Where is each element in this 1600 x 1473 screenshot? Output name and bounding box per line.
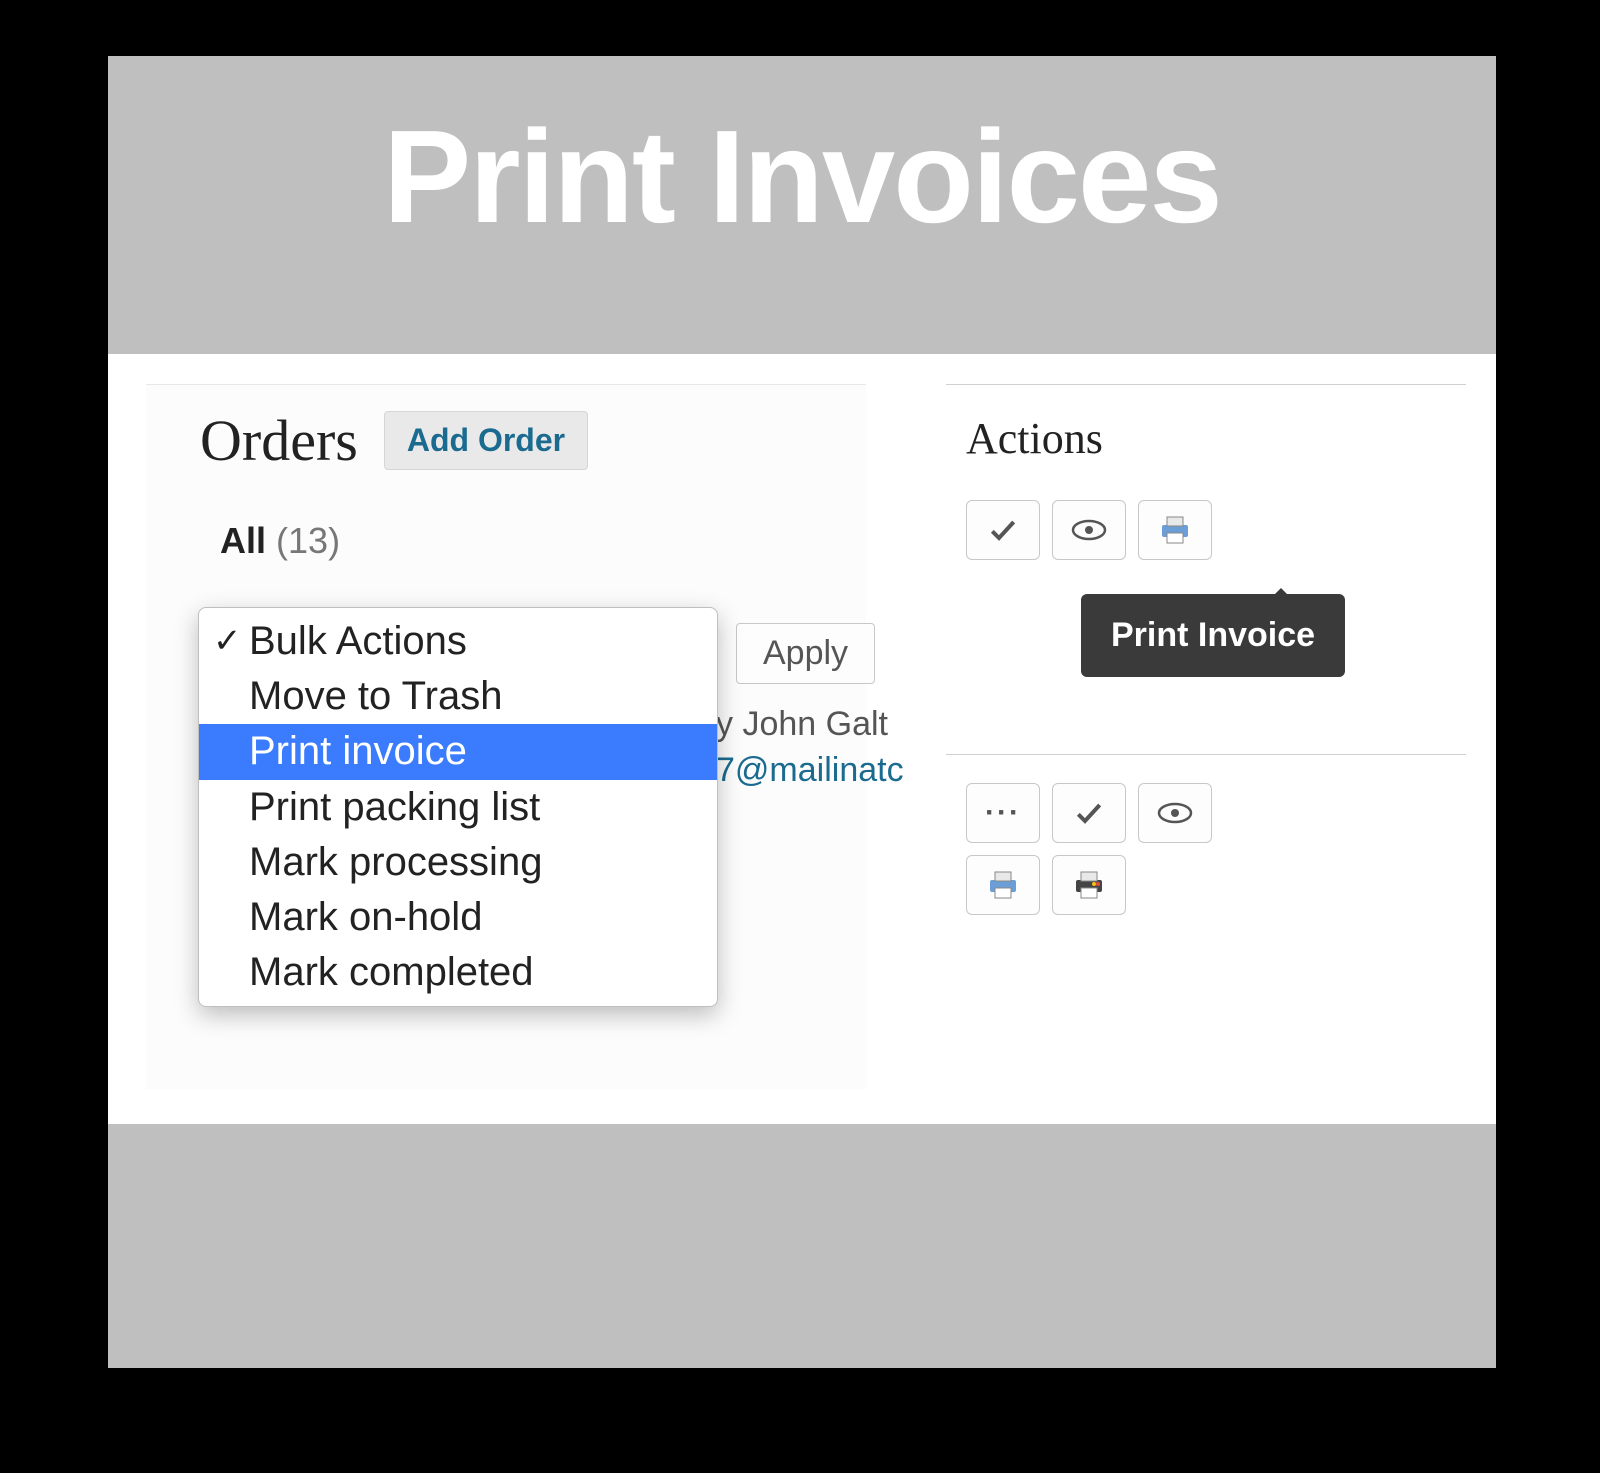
- printer-icon: [986, 870, 1020, 900]
- eye-icon: [1157, 801, 1193, 825]
- actions-row-2a: ···: [946, 783, 1466, 843]
- check-icon: [987, 514, 1019, 546]
- check-icon: ✓: [213, 620, 249, 664]
- dropdown-item-label: Bulk Actions: [249, 616, 467, 667]
- dropdown-item-label: Print packing list: [249, 782, 540, 833]
- printer-icon: [1158, 515, 1192, 545]
- more-icon: ···: [985, 796, 1021, 830]
- complete-action-button[interactable]: [966, 500, 1040, 560]
- view-action-button[interactable]: [1052, 500, 1126, 560]
- add-order-button[interactable]: Add Order: [384, 411, 588, 470]
- check-icon: [1073, 797, 1105, 829]
- dropdown-item-label: Mark processing: [249, 837, 542, 888]
- print-invoice-action-button[interactable]: [1138, 500, 1212, 560]
- banner-title: Print Invoices: [383, 101, 1221, 252]
- complete-action-button[interactable]: [1052, 783, 1126, 843]
- bulk-actions-dropdown[interactable]: ✓ Bulk Actions Move to Trash Print invoi…: [198, 607, 718, 1007]
- filter-all-link[interactable]: All: [220, 520, 266, 561]
- dropdown-item-mark-processing[interactable]: Mark processing: [199, 835, 717, 890]
- page-title: Orders: [200, 407, 358, 474]
- dropdown-item-label: Print invoice: [249, 726, 467, 777]
- actions-title: Actions: [946, 413, 1466, 464]
- eye-icon: [1071, 518, 1107, 542]
- actions-box-1: Actions: [946, 384, 1466, 560]
- actions-row-2b: [946, 855, 1466, 915]
- dropdown-item-mark-on-hold[interactable]: Mark on-hold: [199, 890, 717, 945]
- banner: Print Invoices: [108, 56, 1496, 296]
- dropdown-item-print-invoice[interactable]: Print invoice: [199, 724, 717, 779]
- apply-button[interactable]: Apply: [736, 623, 875, 684]
- view-action-button[interactable]: [1138, 783, 1212, 843]
- print-invoice-action-button[interactable]: [966, 855, 1040, 915]
- print-packing-list-action-button[interactable]: [1052, 855, 1126, 915]
- dropdown-item-label: Mark on-hold: [249, 892, 482, 943]
- orders-header: Orders Add Order: [146, 385, 866, 474]
- filter-row: All (13): [146, 474, 866, 562]
- filter-count: (13): [276, 520, 340, 561]
- actions-row-1: [946, 500, 1466, 560]
- content-area: Orders Add Order All (13) Apply ✓ Bulk A…: [108, 354, 1496, 1124]
- promo-frame: Print Invoices Orders Add Order All (13)…: [108, 56, 1496, 1368]
- orders-panel: Orders Add Order All (13) Apply ✓ Bulk A…: [146, 384, 866, 1089]
- actions-box-2: ···: [946, 754, 1466, 915]
- dropdown-item-move-to-trash[interactable]: Move to Trash: [199, 669, 717, 724]
- actions-panel: Actions: [946, 384, 1466, 560]
- dropdown-item-print-packing-list[interactable]: Print packing list: [199, 780, 717, 835]
- print-invoice-tooltip: Print Invoice: [1081, 594, 1345, 677]
- more-action-button[interactable]: ···: [966, 783, 1040, 843]
- dropdown-item-label: Mark completed: [249, 947, 534, 998]
- dropdown-item-label: Move to Trash: [249, 671, 502, 722]
- dropdown-item-mark-completed[interactable]: Mark completed: [199, 945, 717, 1000]
- printer-color-icon: [1072, 870, 1106, 900]
- order-customer-name-fragment: y John Galt: [716, 705, 1016, 744]
- dropdown-item-bulk-actions[interactable]: ✓ Bulk Actions: [199, 614, 717, 669]
